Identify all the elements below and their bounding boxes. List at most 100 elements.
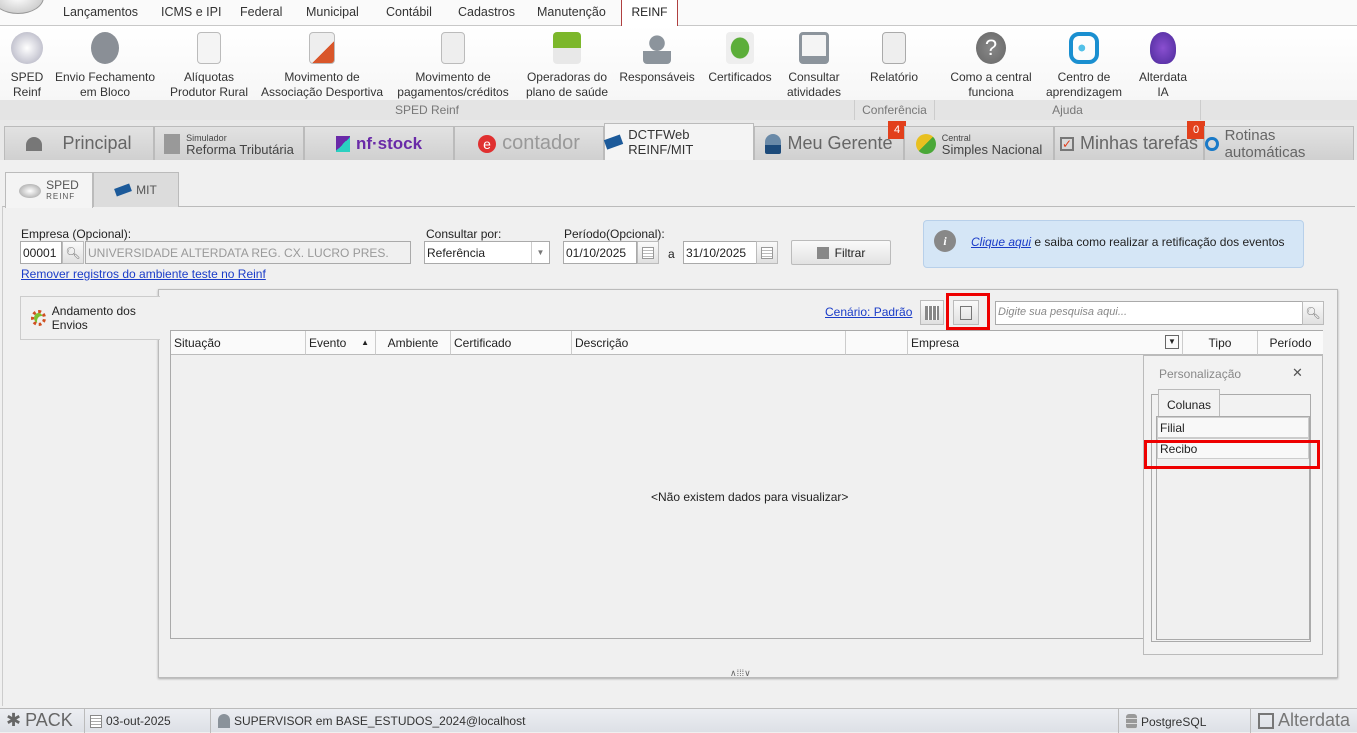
home-icon: [218, 714, 230, 728]
relatorio-button[interactable]: Relatório: [864, 32, 924, 85]
label: Movimento de: [415, 70, 491, 84]
status-user: SUPERVISOR em BASE_ESTUDOS_2024@localhos…: [218, 714, 525, 728]
tab-label: Principal: [62, 133, 132, 153]
tab-nfstock[interactable]: nf·stock: [304, 126, 454, 160]
calendar-icon: [642, 246, 654, 259]
status-db: PostgreSQL: [1126, 714, 1206, 729]
envio-fechamento-button[interactable]: Envio Fechamento em Bloco: [54, 32, 156, 100]
app-menu-button[interactable]: [0, 0, 44, 14]
tab-rotinas[interactable]: Rotinas automáticas: [1204, 126, 1354, 161]
col-descricao[interactable]: Descrição: [572, 331, 846, 355]
label: Empresa: [911, 336, 960, 350]
info-icon: i: [934, 230, 956, 252]
empresa-name-field: UNIVERSIDADE ALTERDATA REG. CX. LUCRO PR…: [85, 241, 411, 264]
search-button[interactable]: 🔍︎: [1302, 301, 1324, 325]
checkbox-icon: ✓: [1059, 136, 1074, 151]
label: Movimento de: [284, 70, 360, 84]
simples-logo-icon: [915, 133, 936, 154]
calendar-to-button[interactable]: [756, 241, 778, 264]
alterdata-ia-button[interactable]: Alterdata IA: [1132, 32, 1194, 100]
info-text: e saiba como realizar a retificação dos …: [1031, 235, 1285, 249]
column-chooser-button[interactable]: [953, 300, 979, 325]
filter-icon[interactable]: ▼: [1165, 335, 1179, 349]
search-empresa-button[interactable]: 🔍︎: [62, 241, 84, 264]
label: Operadoras do: [526, 70, 608, 84]
date-from-input[interactable]: 01/10/2025: [563, 241, 637, 264]
calendar-icon: [90, 714, 102, 728]
label: MIT: [136, 183, 157, 197]
menu-bar: Lançamentos ICMS e IPI Federal Municipal…: [0, 0, 1357, 27]
centro-aprendizagem-button[interactable]: Centro de aprendizagem: [1044, 32, 1124, 100]
associacao-desportiva-button[interactable]: Movimento de Associação Desportiva: [260, 32, 384, 100]
alterdata-logo: Alterdata: [1258, 710, 1350, 731]
tab-minhas-tarefas[interactable]: ✓ Minhas tarefas 0: [1054, 121, 1205, 160]
col-periodo[interactable]: Período: [1258, 331, 1323, 355]
aliquotas-button[interactable]: Alíquotas Produtor Rural: [166, 32, 252, 100]
tab-contador[interactable]: e contador: [454, 126, 604, 160]
consultar-atividades-button[interactable]: Consultar atividades: [782, 32, 846, 100]
module-tabs: Principal Simulador Reforma Tributária nf…: [0, 120, 1357, 161]
clique-aqui-link[interactable]: Clique aqui: [971, 235, 1031, 249]
menu-cadastros[interactable]: Cadastros: [458, 5, 515, 19]
list-item-filial[interactable]: Filial: [1157, 417, 1309, 438]
consultar-select[interactable]: Referência ▼: [424, 241, 550, 264]
subtab-mit[interactable]: MIT: [93, 172, 179, 207]
filtrar-button[interactable]: Filtrar: [791, 240, 891, 265]
operadoras-button[interactable]: Operadoras do plano de saúde: [522, 32, 612, 100]
search-input[interactable]: Digite sua pesquisa aqui...: [995, 301, 1303, 325]
selected-value: Referência: [427, 246, 486, 260]
label: PACK: [25, 710, 73, 730]
status-date: 03-out-2025: [90, 714, 171, 728]
col-ambiente[interactable]: Ambiente: [376, 331, 451, 355]
label: Evento: [309, 336, 347, 350]
col-evento[interactable]: Evento ▲: [306, 331, 376, 355]
tarefas-badge: 0: [1187, 121, 1205, 139]
certificados-button[interactable]: Certificados: [704, 32, 776, 85]
menu-reinf[interactable]: REINF: [621, 0, 678, 27]
col-empresa[interactable]: Empresa ▼: [908, 331, 1183, 355]
pagamentos-creditos-button[interactable]: Movimento de pagamentos/créditos: [392, 32, 514, 100]
label: Responsáveis: [619, 70, 695, 84]
splitter-handle[interactable]: ∧⁞⁞⁞∨: [730, 668, 751, 679]
menu-icms-ipi[interactable]: ICMS e IPI: [161, 5, 221, 19]
tab-label: Simples Nacional: [941, 141, 1043, 157]
menu-municipal[interactable]: Municipal: [306, 5, 359, 19]
calendar-from-button[interactable]: [637, 241, 659, 264]
tab-meu-gerente[interactable]: Meu Gerente 4: [754, 121, 906, 160]
col-situacao[interactable]: Situação: [171, 331, 306, 355]
sped-reinf-button[interactable]: SPED Reinf: [6, 32, 48, 100]
menu-contabil[interactable]: Contábil: [386, 5, 432, 19]
como-funciona-button[interactable]: ? Como a central funciona: [944, 32, 1038, 100]
label: SUPERVISOR em BASE_ESTUDOS_2024@localhos…: [234, 714, 526, 728]
receita-icon: [603, 134, 624, 150]
empresa-label: Empresa (Opcional):: [21, 227, 132, 241]
tab-dctfweb[interactable]: DCTFWeb REINF/MIT: [603, 123, 754, 160]
layout-button[interactable]: [920, 300, 944, 325]
remover-registros-link[interactable]: Remover registros do ambiente teste no R…: [21, 267, 266, 281]
tab-label: Reforma Tributária: [186, 141, 294, 157]
col-blank[interactable]: [846, 331, 908, 355]
popup-title: Personalização: [1159, 367, 1242, 381]
col-tipo[interactable]: Tipo: [1183, 331, 1258, 355]
menu-lancamentos[interactable]: Lançamentos: [63, 5, 138, 19]
cenario-link[interactable]: Cenário: Padrão: [825, 305, 912, 319]
label: 03-out-2025: [106, 714, 171, 728]
calendar-icon: [761, 246, 773, 259]
list-item-recibo[interactable]: Recibo: [1157, 438, 1309, 459]
andamento-envios-tab[interactable]: Andamento dos Envios: [20, 296, 160, 340]
search-icon: 🔍︎: [65, 245, 81, 260]
tab-principal[interactable]: Principal: [4, 126, 154, 160]
tab-simples-nacional[interactable]: Central Simples Nacional: [904, 126, 1054, 160]
date-to-input[interactable]: 31/10/2025: [683, 241, 757, 264]
tab-simulador[interactable]: Simulador Reforma Tributária: [154, 126, 304, 160]
close-icon[interactable]: ✕: [1292, 365, 1303, 381]
responsaveis-button[interactable]: Responsáveis: [618, 32, 696, 85]
subtab-sped-reinf[interactable]: SPED REINF: [5, 172, 93, 208]
menu-federal[interactable]: Federal: [240, 5, 282, 19]
label: Alterdata: [1278, 710, 1351, 730]
monitor-icon: [799, 32, 829, 64]
col-certificado[interactable]: Certificado: [451, 331, 572, 355]
tab-colunas[interactable]: Colunas: [1158, 389, 1220, 417]
empresa-code-input[interactable]: 00001: [20, 241, 62, 264]
menu-manutencao[interactable]: Manutenção: [537, 5, 606, 19]
